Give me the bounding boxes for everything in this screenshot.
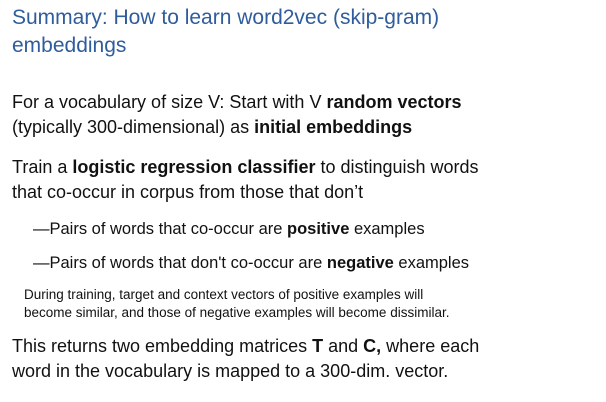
para3-text-1: This returns two embedding matrices bbox=[12, 336, 313, 356]
bullet-text-end: examples bbox=[393, 254, 470, 272]
para3-text-2: and bbox=[323, 336, 364, 356]
bullet-dash-marker: — bbox=[33, 220, 50, 238]
title-line-2: embeddings bbox=[12, 34, 127, 57]
bullet-text: Pairs of words that don't co-occur are bbox=[49, 254, 327, 272]
note-line-2: become similar, and those of negative ex… bbox=[24, 305, 450, 320]
bullet-negative-examples: —Pairs of words that don't co-occur are … bbox=[33, 252, 593, 274]
para2-text-3: that co-occur in corpus from those that … bbox=[12, 182, 364, 202]
para3-bold-c: C, bbox=[363, 336, 382, 356]
slide-title: Summary: How to learn word2vec (skip-gra… bbox=[12, 4, 592, 60]
slide: Summary: How to learn word2vec (skip-gra… bbox=[0, 0, 606, 402]
bullet-dash-marker: — bbox=[33, 254, 50, 272]
paragraph-initialization: For a vocabulary of size V: Start with V… bbox=[12, 90, 597, 140]
bullet-bold-positive: positive bbox=[287, 220, 350, 238]
bullet-text: Pairs of words that co-occur are bbox=[49, 220, 288, 238]
bullet-positive-examples: —Pairs of words that co-occur are positi… bbox=[33, 218, 593, 240]
paragraph-classifier: Train a logistic regression classifier t… bbox=[12, 155, 597, 205]
para2-bold-classifier: logistic regression classifier bbox=[72, 157, 316, 177]
training-note: During training, target and context vect… bbox=[24, 286, 584, 322]
para2-text-2: to distinguish words bbox=[315, 157, 479, 177]
para1-bold-random-vectors: random vectors bbox=[326, 92, 462, 112]
paragraph-result: This returns two embedding matrices T an… bbox=[12, 334, 597, 384]
para3-text-4: word in the vocabulary is mapped to a 30… bbox=[12, 361, 449, 381]
para3-bold-t: T bbox=[312, 336, 324, 356]
bullet-bold-negative: negative bbox=[326, 254, 394, 272]
para3-text-3: where each bbox=[381, 336, 480, 356]
title-line-1: Summary: How to learn word2vec (skip-gra… bbox=[12, 6, 440, 29]
para1-bold-initial-embeddings: initial embeddings bbox=[254, 117, 413, 137]
para1-text-2: (typically 300-dimensional) as bbox=[12, 117, 255, 137]
note-line-1: During training, target and context vect… bbox=[24, 287, 424, 302]
bullet-text-end: examples bbox=[349, 220, 425, 238]
para1-text-1: For a vocabulary of size V: Start with V bbox=[12, 92, 327, 112]
para2-text-1: Train a bbox=[12, 157, 73, 177]
